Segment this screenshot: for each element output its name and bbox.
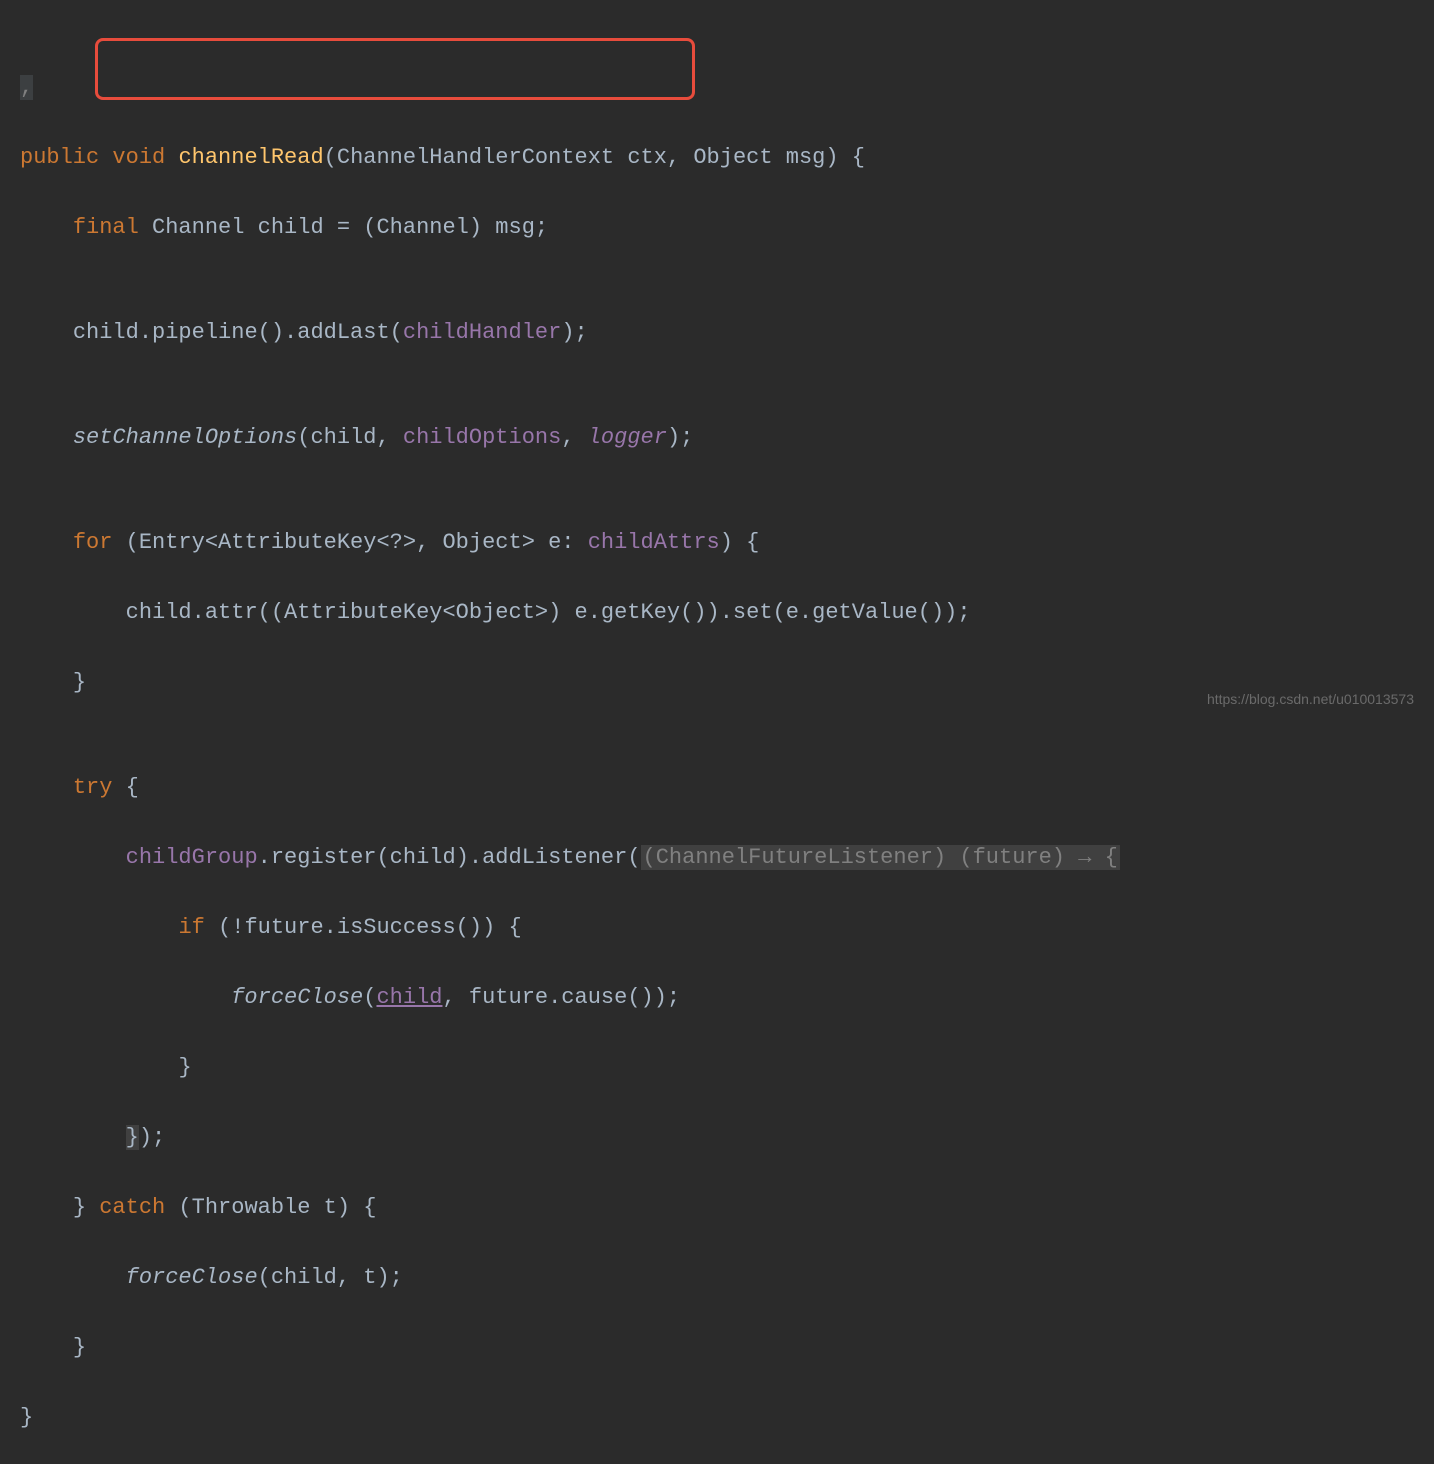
lambda-type-hint: (ChannelFutureListener) (future) → { bbox=[641, 845, 1120, 870]
keyword-public: public bbox=[20, 145, 99, 170]
if-close: } bbox=[178, 1055, 191, 1080]
listener-close: ); bbox=[139, 1125, 165, 1150]
cause-call: , future.cause()); bbox=[442, 985, 680, 1010]
paren-open: ( bbox=[363, 985, 376, 1010]
for-close: } bbox=[73, 670, 86, 695]
keyword-catch: catch bbox=[99, 1195, 165, 1220]
field-childGroup: childGroup bbox=[126, 845, 258, 870]
keyword-final: final bbox=[73, 215, 139, 240]
closing-paren: ); bbox=[561, 320, 587, 345]
try-close: } bbox=[73, 1195, 99, 1220]
annotation-partial: , bbox=[20, 75, 33, 100]
watermark-text: https://blog.csdn.net/u010013573 bbox=[1207, 682, 1414, 717]
method-forceClose1: forceClose bbox=[231, 985, 363, 1010]
comma: , bbox=[561, 425, 587, 450]
field-childOptions: childOptions bbox=[403, 425, 561, 450]
param-child-underline: child bbox=[376, 985, 442, 1010]
param-logger: logger bbox=[588, 425, 667, 450]
keyword-void: void bbox=[112, 145, 165, 170]
if-condition: (!future.isSuccess()) { bbox=[205, 915, 522, 940]
attr-set-call: child.attr((AttributeKey<Object>) e.getK… bbox=[126, 600, 971, 625]
params-open: (child, bbox=[297, 425, 403, 450]
catch-close: } bbox=[73, 1335, 86, 1360]
field-childHandler: childHandler bbox=[403, 320, 561, 345]
keyword-if: if bbox=[178, 915, 204, 940]
lambda-close-brace: } bbox=[126, 1125, 139, 1150]
register-call: .register(child).addListener( bbox=[258, 845, 641, 870]
cast-assignment: Channel child = (Channel) msg; bbox=[139, 215, 548, 240]
method-forceClose2: forceClose bbox=[126, 1265, 258, 1290]
method-close: } bbox=[20, 1405, 33, 1430]
forceClose-args: (child, t); bbox=[258, 1265, 403, 1290]
field-childAttrs: childAttrs bbox=[588, 530, 720, 555]
try-open: { bbox=[112, 775, 138, 800]
catch-params: (Throwable t) { bbox=[165, 1195, 376, 1220]
method-channelRead: channelRead bbox=[178, 145, 323, 170]
method-params: (ChannelHandlerContext ctx, Object msg) … bbox=[324, 145, 865, 170]
for-header: (Entry<AttributeKey<?>, Object> e: bbox=[112, 530, 587, 555]
closing: ); bbox=[667, 425, 693, 450]
for-open: ) { bbox=[720, 530, 760, 555]
keyword-for: for bbox=[73, 530, 113, 555]
method-setChannelOptions: setChannelOptions bbox=[73, 425, 297, 450]
code-editor[interactable]: ,"unchecked" public void channelRead(Cha… bbox=[20, 0, 1434, 1464]
pipeline-call: child.pipeline().addLast( bbox=[73, 320, 403, 345]
keyword-try: try bbox=[73, 775, 113, 800]
